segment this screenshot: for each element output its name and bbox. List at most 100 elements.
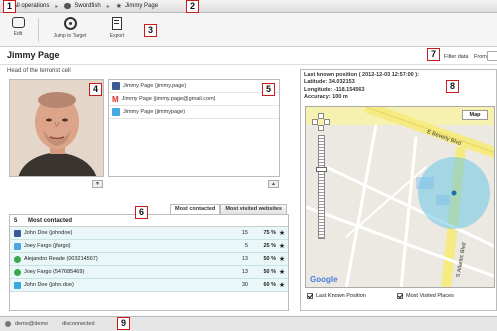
breadcrumb-label: Swordfish — [74, 3, 101, 9]
map-pan-control[interactable] — [312, 113, 330, 131]
last-known-position-checkbox[interactable]: Last Known Position — [307, 293, 366, 299]
page-title: Jimmy Page — [7, 50, 60, 60]
contact-percent: 25 % — [263, 243, 276, 249]
table-header: 5 Most contacted — [10, 215, 288, 227]
table-row[interactable]: John Doe (johndoe) 15 75 % ★ — [10, 227, 288, 240]
tab-most-visited-websites[interactable]: Most visited websites — [220, 204, 287, 214]
star-icon[interactable]: ★ — [276, 281, 288, 289]
checkbox-label: Last Known Position — [316, 293, 366, 299]
most-visited-places-checkbox[interactable]: Most Visited Places — [397, 293, 454, 299]
breadcrumb-label: Jimmy Page — [125, 3, 159, 9]
edit-label: Edit — [13, 31, 23, 37]
zoom-handle[interactable] — [316, 167, 327, 172]
position-info: Last known position ( 2012-12-03 12:57:0… — [304, 72, 419, 102]
filter-label: Filter data From: — [444, 54, 488, 60]
table-row[interactable]: John Doe (john.doe) 30 60 % ★ — [10, 279, 288, 292]
google-logo: Google — [310, 275, 338, 284]
checkbox-icon — [307, 293, 313, 299]
identity-list: Jimmy Page (jimmy.page) M Jimmy Page (ji… — [108, 79, 280, 177]
accuracy-label: Accuracy: — [304, 94, 331, 101]
twitter-icon — [112, 108, 120, 116]
map-view[interactable]: E Beverly Blvd S Atlantic Blvd Map Googl… — [305, 106, 495, 288]
contact-percent: 60 % — [263, 282, 276, 288]
photo-scroll-down-button[interactable]: ▼ — [92, 180, 103, 188]
star-icon[interactable]: ★ — [276, 229, 288, 237]
user-icon — [5, 321, 11, 327]
annotation-marker: 3 — [144, 24, 157, 37]
contact-count-value: 30 — [241, 282, 248, 288]
status-user: demo@demo — [15, 321, 49, 327]
identity-row-gmail[interactable]: M Jimmy Page (jimmy.page@gmail.com) — [109, 93, 279, 106]
annotation-marker: 1 — [3, 0, 16, 13]
contact-name: Joey Fargo (jfargo) — [24, 243, 71, 249]
star-icon[interactable]: ★ — [276, 268, 288, 276]
export-icon — [112, 17, 122, 30]
pan-right-icon[interactable] — [324, 119, 330, 125]
jump-to-target-button[interactable]: Jump to Target — [48, 17, 92, 39]
contact-name: Joey Fargo (547685469) — [24, 269, 85, 275]
longitude-value: -118.154563 — [333, 86, 365, 93]
pan-down-icon[interactable] — [318, 125, 324, 131]
identity-row-twitter[interactable]: Jimmy Page (jimmypage) — [109, 106, 279, 119]
breadcrumb-jimmy-page[interactable]: ★ Jimmy Page — [116, 2, 158, 10]
contact-count-value: 13 — [241, 269, 248, 275]
annotation-marker: 2 — [186, 0, 199, 13]
gmail-icon: M — [112, 94, 119, 104]
annotation-marker: 9 — [117, 317, 130, 330]
checkbox-label: Most Visited Places — [406, 293, 454, 299]
annotation-marker: 7 — [427, 48, 440, 61]
contact-name: Alejandro Reade (003214567) — [24, 256, 98, 262]
contact-percent: 50 % — [263, 269, 276, 275]
status-connection: disconnected — [62, 321, 95, 327]
annotation-marker: 5 — [262, 83, 275, 96]
facebook-icon — [14, 229, 21, 237]
target-description: Head of the terrorist cell — [7, 68, 71, 74]
contact-name: John Doe (john.doe) — [24, 282, 74, 288]
breadcrumb-swordfish[interactable]: Swordfish — [64, 3, 101, 9]
latitude-value: 34.032153 — [328, 79, 355, 86]
position-panel: Last known position ( 2012-12-03 12:57:0… — [300, 69, 497, 311]
breadcrumb-separator: ▸ — [55, 3, 59, 10]
annotation-marker: 8 — [446, 80, 459, 93]
annotation-marker: 6 — [135, 206, 148, 219]
contact-count-value: 5 — [244, 243, 248, 249]
table-row[interactable]: Alejandro Reade (003214567) 13 50 % ★ — [10, 253, 288, 266]
phone-icon — [14, 255, 21, 263]
star-icon[interactable]: ★ — [276, 255, 288, 263]
annotation-marker: 4 — [89, 83, 102, 96]
toolbar: Edit Jump to Target Export — [0, 13, 497, 47]
identity-label: Jimmy Page (jimmypage) — [123, 109, 186, 115]
breadcrumb: All operations ▸ Swordfish ▸ ★ Jimmy Pag… — [0, 0, 497, 13]
star-icon[interactable]: ★ — [276, 242, 288, 250]
edit-icon — [11, 17, 25, 28]
map-type-button[interactable]: Map — [462, 110, 488, 120]
phone-icon — [14, 268, 21, 276]
facebook-icon — [112, 82, 120, 90]
filter-data-label: Filter data — [444, 54, 469, 60]
contact-percent: 50 % — [263, 256, 276, 262]
export-label: Export — [109, 33, 125, 39]
contact-count-value: 15 — [241, 230, 248, 236]
identity-scroll-button[interactable]: ▲ — [268, 180, 279, 188]
contact-count-value: 13 — [241, 256, 248, 262]
toolbar-divider — [38, 18, 39, 42]
accuracy-value: 100 m — [332, 94, 348, 101]
identity-row-facebook[interactable]: Jimmy Page (jimmy.page) — [109, 80, 279, 93]
identity-label: Jimmy Page (jimmy.page) — [123, 83, 187, 89]
twitter-icon — [14, 242, 21, 250]
contact-percent: 75 % — [263, 230, 276, 236]
crosshair-icon — [63, 17, 77, 30]
export-button[interactable]: Export — [104, 17, 130, 39]
table-row[interactable]: Joey Fargo (jfargo) 5 25 % ★ — [10, 240, 288, 253]
table-row[interactable]: Joey Fargo (547685469) 13 50 % ★ — [10, 266, 288, 279]
checkbox-icon — [397, 293, 403, 299]
skype-icon — [14, 281, 21, 289]
filter-from-input[interactable] — [487, 51, 497, 61]
star-icon: ★ — [115, 3, 123, 10]
zoom-slider[interactable] — [318, 135, 325, 239]
tab-most-contacted[interactable]: Most contacted — [170, 204, 221, 214]
edit-button[interactable]: Edit — [6, 17, 30, 37]
contact-name: John Doe (johndoe) — [24, 230, 73, 236]
breadcrumb-separator: ▸ — [106, 3, 110, 10]
contact-tabs: Most contacted Most visited websites — [170, 204, 287, 214]
